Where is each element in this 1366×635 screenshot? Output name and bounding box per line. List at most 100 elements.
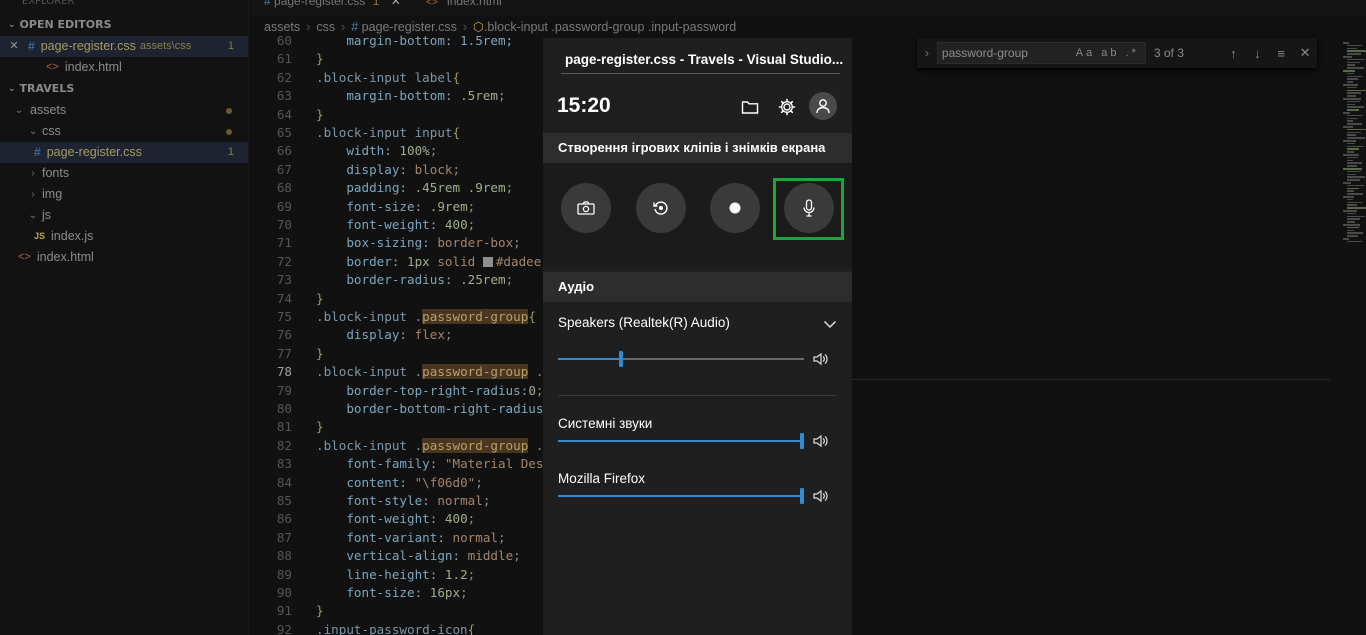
slider-thumb[interactable] [800,433,804,449]
code-token: .block-input . [316,437,423,453]
screenshot-button[interactable] [561,183,611,233]
arrow-down-icon[interactable]: ↓ [1245,46,1269,61]
minimap-line [1347,232,1363,234]
active-window-title: page-register.css - Travels - Visual Stu… [565,52,844,67]
open-editor-item-page-register[interactable]: ✕ # page-register.css assets\css 1 [0,36,248,57]
start-recording-button[interactable] [710,183,760,233]
record-icon [729,202,741,214]
tree-item-fonts[interactable]: › fonts [0,163,248,184]
chevron-right-icon: › [31,168,35,179]
tree-item-label: assets [30,103,67,117]
minimap-line [1347,207,1366,209]
folder-icon[interactable] [739,96,761,118]
minimap-line [1347,198,1353,201]
firefox-volume-slider[interactable] [558,487,804,505]
code-text: .block-input .password-group . [316,437,543,455]
minimap-line [1347,47,1357,50]
explorer-sidebar: EXPLORER ⌄ OPEN EDITORS ✕ # page-registe… [0,0,249,635]
find-options[interactable]: Aa ab .* [1076,43,1139,63]
code-text: margin-bottom: 1.5rem; [316,32,513,50]
arrow-up-icon[interactable]: ↑ [1222,46,1246,61]
code-token: ; [497,529,506,545]
minimap-line [1347,218,1360,220]
line-number: 66 [276,143,292,159]
line-number: 67 [276,161,292,177]
minimap-line [1347,212,1356,215]
tree-item-img[interactable]: › img [0,184,248,205]
minimap-line [1347,103,1355,106]
code-token: line-height: [316,566,445,582]
code-token: flex [414,327,445,343]
color-swatch[interactable] [482,256,493,267]
tree-item-index-html[interactable]: <> index.html [0,247,248,268]
code-token: . [528,364,544,380]
slider-thumb[interactable] [619,351,623,367]
code-token: } [316,419,324,435]
output-device-select[interactable]: Speakers (Realtek(R) Audio) [558,315,730,330]
minimap-line [1347,50,1366,52]
code-text: margin-bottom: .5rem; [316,87,505,105]
tree-item-page-register-css[interactable]: # page-register.css 1 [0,142,248,163]
speaker-volume-icon[interactable] [813,434,829,453]
code-token: } [316,51,324,67]
tab-label: page-register.css [274,0,366,8]
code-text: padding: .45rem .9rem; [316,179,513,197]
tree-item-css[interactable]: ⌄ css [0,121,248,142]
tree-item-assets[interactable]: ⌄ assets [0,100,248,121]
find-input-value: password-group [941,46,1028,60]
code-token: normal [452,529,498,545]
minimap-line [1347,86,1357,89]
close-icon[interactable]: ✕ [0,36,28,57]
close-icon[interactable]: ✕ [1293,45,1317,61]
find-in-selection-icon[interactable]: ≡ [1269,46,1293,61]
profile-avatar[interactable] [809,92,837,120]
code-token: "Material Des [444,456,544,472]
open-editor-item-index-html[interactable]: <> index.html [0,57,248,78]
project-header[interactable]: ⌄ TRAVELS [0,78,248,100]
code-text: } [316,602,324,620]
code-text: font-size: .9rem; [316,198,475,216]
code-token: block [414,161,453,177]
chevron-right-icon: › [31,189,35,200]
line-number: 89 [276,566,292,582]
minimap-line [1347,75,1363,78]
slider-thumb[interactable] [800,488,804,504]
code-token: border-radius: [316,272,461,288]
tab-index-html[interactable]: <> index.html [426,0,502,14]
minimap-line [1347,170,1361,173]
tab-page-register-css[interactable]: # page-register.css 1 ✕ [264,0,401,14]
line-number: 63 [276,88,292,104]
code-token: content: [316,474,415,490]
find-input[interactable]: password-group Aa ab .* [936,42,1146,64]
chevron-down-icon[interactable] [823,316,837,334]
record-last-30s-button[interactable] [636,183,686,233]
code-token: } [316,290,324,306]
speaker-volume-icon[interactable] [813,352,829,371]
speaker-volume-icon[interactable] [813,489,829,508]
minimap-line [1347,176,1365,178]
code-token: .45rem .9rem [414,180,506,196]
code-text: } [316,418,324,436]
open-editors-header[interactable]: ⌄ OPEN EDITORS [0,14,248,36]
close-icon[interactable]: ✕ [391,0,401,8]
minimap-line [1347,109,1359,111]
system-sounds-volume-slider[interactable] [558,432,804,450]
gear-icon[interactable] [776,96,798,118]
line-number: 86 [276,511,292,527]
modified-dot [226,129,232,135]
line-number: 75 [276,309,292,324]
code-text: vertical-align: middle; [316,547,520,565]
chevron-right-icon[interactable]: › [917,46,937,60]
minimap[interactable] [1333,38,1366,248]
minimap-line [1343,196,1354,198]
minimap-line [1347,120,1353,122]
master-volume-slider[interactable] [558,350,804,368]
tree-item-index-js[interactable]: JS index.js [0,226,248,247]
code-text: display: flex; [316,326,452,344]
code-token: { [528,309,536,324]
code-text: .block-input .password-group . [316,363,543,381]
tree-item-js[interactable]: ⌄ js [0,205,248,226]
line-number: 70 [276,217,292,232]
minimap-line [1347,229,1354,232]
code-token: vertical-align: [316,548,468,564]
